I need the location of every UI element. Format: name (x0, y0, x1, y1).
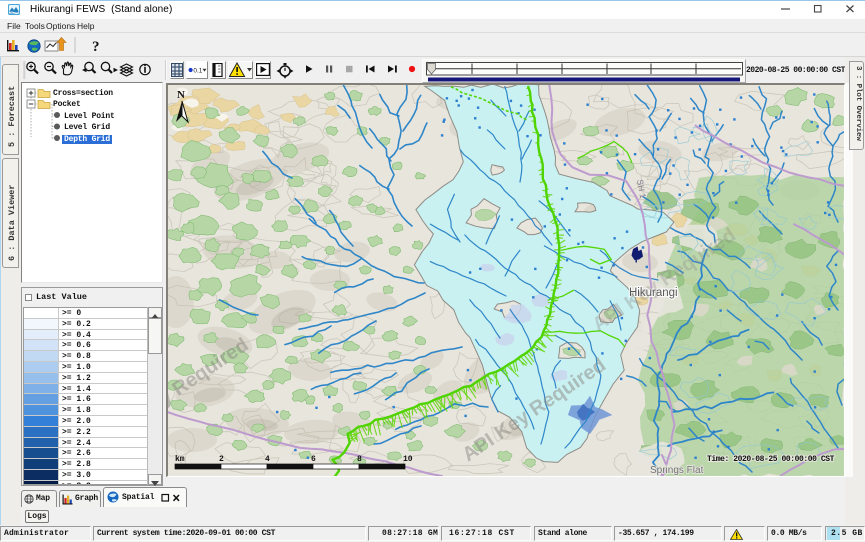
svg-text:N: N (177, 89, 185, 101)
svg-text:4: 4 (265, 455, 270, 464)
svg-text:6: 6 (311, 455, 316, 464)
svg-text:?: ? (92, 39, 100, 55)
svg-text:0.1: 0.1 (193, 67, 202, 74)
svg-text:Springs Flat: Springs Flat (650, 465, 704, 476)
svg-text:2: 2 (219, 455, 224, 464)
svg-text:km: km (175, 455, 185, 464)
svg-text:10: 10 (403, 455, 413, 464)
svg-text:8: 8 (357, 455, 362, 464)
svg-text:Time: 2020-08-25 00:00:00 CST: Time: 2020-08-25 00:00:00 CST (707, 455, 835, 464)
